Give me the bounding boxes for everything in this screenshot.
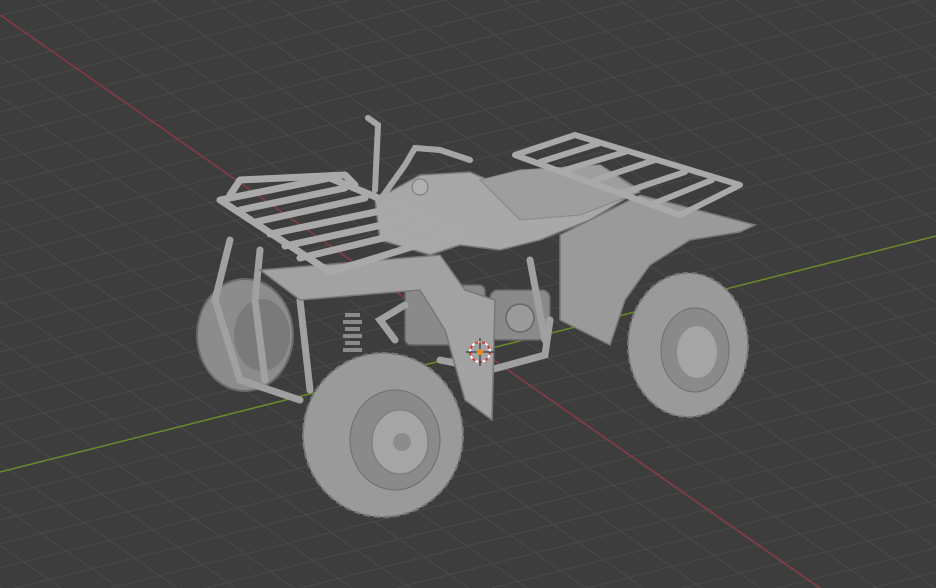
3d-cursor-icon[interactable] [0,0,936,588]
3d-viewport[interactable] [0,0,936,588]
